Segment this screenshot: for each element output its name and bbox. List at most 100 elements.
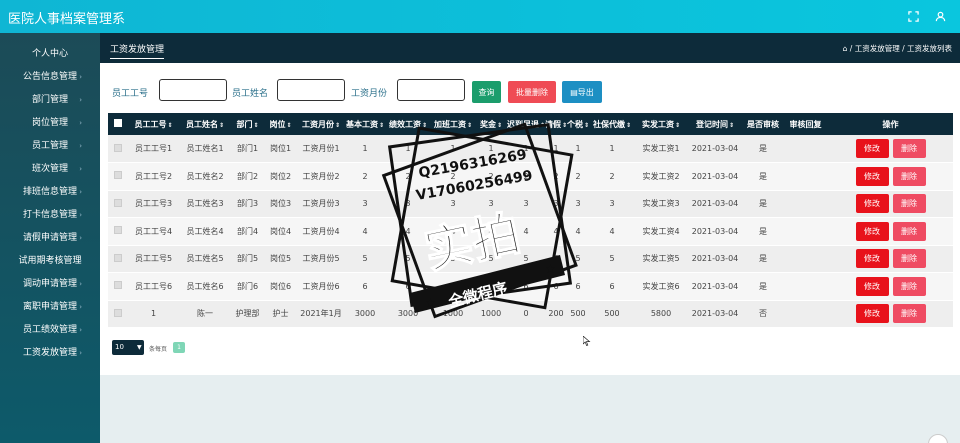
edit-button[interactable]: 修改 [855, 249, 889, 269]
table-cell: 部门5 [236, 254, 259, 264]
emp-name-input[interactable] [277, 79, 345, 101]
sort-icon[interactable]: ⇕ [167, 122, 172, 129]
table-cell: 3 [488, 199, 494, 209]
sidebar-item[interactable]: 离职申请管理 › [0, 297, 100, 317]
sort-icon[interactable]: ⇕ [219, 122, 224, 129]
column-header[interactable]: 实发工资⇕ [635, 113, 687, 135]
column-header[interactable]: 社保代缴⇕ [589, 113, 635, 135]
sort-icon[interactable]: ⇕ [253, 122, 258, 129]
sort-icon[interactable]: ⇕ [729, 122, 734, 129]
sidebar-item[interactable]: 员工管理 › [0, 136, 100, 156]
table-cell: 2021-03-04 [691, 171, 739, 181]
column-header[interactable]: 登记时间⇕ [687, 113, 743, 135]
sidebar-item-label: 员工绩效管理 [22, 325, 77, 335]
sort-icon[interactable]: ⇕ [675, 122, 680, 129]
delete-button[interactable]: 删除 [892, 139, 926, 158]
delete-button[interactable]: 删除 [892, 276, 926, 296]
edit-button[interactable]: 修改 [855, 276, 889, 296]
column-header[interactable]: 部门⇕ [231, 113, 264, 135]
per-page-label: 条每页 [149, 346, 168, 353]
query-button[interactable]: 查询 [472, 81, 501, 103]
sort-icon[interactable]: ⇕ [467, 122, 472, 129]
sidebar-item[interactable]: 岗位管理 › [0, 113, 100, 133]
sidebar-item[interactable]: 工资发放管理 › [0, 343, 100, 363]
table-cell [783, 273, 828, 301]
delete-button[interactable]: 删除 [892, 304, 926, 324]
delete-button[interactable]: 删除 [892, 249, 926, 269]
row-checkbox[interactable] [114, 281, 122, 290]
row-checkbox[interactable] [114, 198, 122, 207]
sidebar-item[interactable]: 排班信息管理 › [0, 182, 100, 202]
row-checkbox[interactable] [114, 308, 122, 317]
sidebar-item[interactable]: 试用期考核管理 › [0, 251, 100, 271]
sidebar-item[interactable]: 公告信息管理 › [0, 67, 100, 87]
table-cell: 工资月份5 [302, 254, 340, 264]
row-checkbox[interactable] [114, 143, 122, 152]
sidebar-item[interactable]: 个人中心 [0, 44, 100, 64]
sort-icon[interactable]: ⇕ [584, 122, 589, 129]
column-header[interactable]: 奖金⇕ [475, 113, 507, 135]
sort-icon[interactable]: ⇕ [286, 122, 291, 129]
table-cell: 实发工资4 [642, 226, 680, 236]
edit-button[interactable]: 修改 [855, 221, 889, 241]
column-header-label: 工资月份 [301, 119, 334, 129]
sidebar-item[interactable]: 部门管理 › [0, 90, 100, 110]
edit-button[interactable]: 修改 [855, 139, 889, 158]
table-cell: 5 [575, 254, 581, 264]
delete-button[interactable]: 删除 [892, 194, 926, 214]
delete-button[interactable]: 删除 [892, 221, 926, 241]
column-header[interactable]: 请假⇕ [545, 113, 567, 135]
column-header: 是否审核 [743, 113, 783, 135]
column-header[interactable]: 迟到早退⇕ [507, 113, 545, 135]
column-header[interactable]: 工资月份⇕ [297, 113, 345, 135]
table-cell: 3 [523, 199, 529, 209]
table-cell: 工资月份6 [302, 281, 340, 291]
page-title: 工资发放管理 [110, 42, 165, 59]
sort-icon[interactable]: ⇕ [626, 122, 631, 129]
page-number-button[interactable]: 1 [173, 342, 185, 353]
sort-icon[interactable]: ⇕ [422, 122, 427, 129]
column-header[interactable]: 员工姓名⇕ [179, 113, 231, 135]
breadcrumb[interactable]: ⌂ / 工资发放管理 / 工资发放列表 [843, 43, 952, 54]
table-cell: 实发工资5 [642, 254, 680, 264]
column-header[interactable]: 岗位⇕ [264, 113, 297, 135]
table-cell: 实发工资1 [642, 144, 680, 153]
document-icon: ▤ [570, 87, 578, 97]
sidebar-item[interactable]: 员工绩效管理 › [0, 320, 100, 340]
emp-no-input[interactable] [159, 79, 227, 101]
row-checkbox[interactable] [114, 226, 122, 235]
sort-icon[interactable]: ⇕ [379, 122, 384, 129]
column-header[interactable]: 基本工资⇕ [345, 113, 385, 135]
column-header[interactable]: 绩效工资⇕ [385, 113, 431, 135]
column-header[interactable]: 个税⇕ [567, 113, 589, 135]
table-cell: 5 [488, 254, 494, 264]
export-button[interactable]: ▤导出 [562, 81, 602, 103]
sort-icon[interactable]: ⇕ [335, 122, 340, 129]
row-checkbox[interactable] [114, 253, 122, 262]
sidebar-item[interactable]: 打卡信息管理 › [0, 205, 100, 225]
table-cell: 护理部 [235, 309, 260, 319]
batch-delete-button[interactable]: 批量删除 [508, 81, 556, 103]
sort-icon[interactable]: ⇕ [497, 122, 502, 129]
fullscreen-icon[interactable] [904, 7, 923, 26]
edit-button[interactable]: 修改 [855, 304, 889, 324]
select-all-checkbox[interactable] [114, 119, 122, 127]
column-header[interactable]: 加班工资⇕ [431, 113, 475, 135]
delete-button[interactable]: 删除 [892, 166, 926, 186]
table-cell: 工资月份1 [302, 144, 340, 153]
sidebar-item[interactable]: 请假申请管理 › [0, 228, 100, 248]
edit-button[interactable]: 修改 [855, 194, 889, 214]
edit-button[interactable]: 修改 [855, 166, 889, 186]
column-header-label: 请假 [545, 119, 561, 129]
salary-table: 员工工号⇕ 员工姓名⇕ 部门⇕ 岗位⇕ 工资月份⇕ 基本工资⇕ 绩效工资⇕ 加班工资⇕ 奖金⇕ 迟… [108, 113, 953, 328]
sidebar-item[interactable]: 班次管理 › [0, 159, 100, 179]
column-header[interactable]: 员工工号⇕ [128, 113, 179, 135]
salary-month-input[interactable] [397, 79, 465, 101]
column-header-label: 奖金 [479, 119, 496, 129]
row-checkbox[interactable] [114, 171, 122, 180]
table-cell: 1000 [480, 309, 502, 319]
sidebar-item[interactable]: 调动申请管理 › [0, 274, 100, 294]
column-header: 操作 [828, 113, 953, 135]
user-icon[interactable] [931, 7, 950, 26]
table-cell: 是 [759, 144, 767, 153]
